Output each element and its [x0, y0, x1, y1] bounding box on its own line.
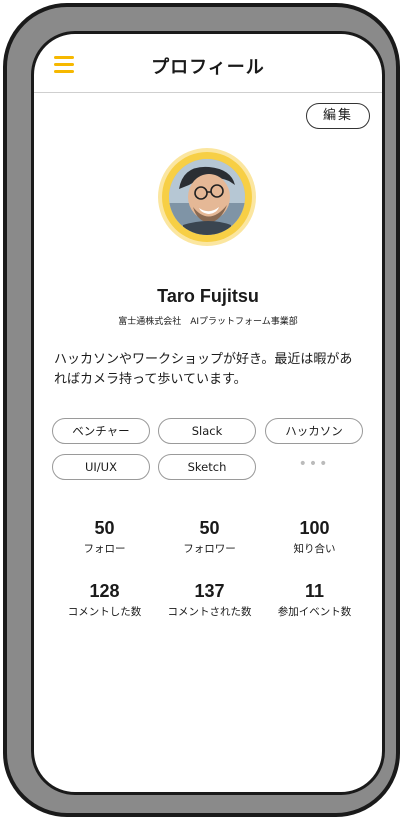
- stat-label: フォロワー: [183, 543, 236, 555]
- avatar[interactable]: [169, 159, 245, 235]
- stat-acquaintances[interactable]: 100 知り合い: [262, 518, 367, 556]
- stat-label: コメントした数: [67, 606, 142, 618]
- stat-comments-made[interactable]: 128 コメントした数: [52, 581, 157, 619]
- stat-events-joined[interactable]: 11 参加イベント数: [262, 581, 367, 619]
- stat-followers[interactable]: 50 フォロワー: [157, 518, 262, 556]
- stat-follow[interactable]: 50 フォロー: [52, 518, 157, 556]
- stat-label: 参加イベント数: [277, 606, 352, 618]
- profile-bio: ハッカソンやワークショップが好き。最近は暇があればカメラ持って歩いています。: [54, 352, 353, 387]
- phone-screen: プロフィール 編集 Taro Fujitsu 富士通株式会社 AIプラットフォー…: [31, 31, 385, 795]
- app-header: プロフィール: [34, 34, 382, 93]
- tag-chip[interactable]: ベンチャー: [52, 418, 150, 444]
- stat-value: 128: [89, 581, 120, 601]
- tag-chip[interactable]: Sketch: [158, 454, 256, 480]
- tag-chip[interactable]: ハッカソン: [265, 418, 363, 444]
- profile-affiliation: 富士通株式会社 AIプラットフォーム事業部: [118, 317, 298, 327]
- edit-button[interactable]: 編集: [306, 103, 370, 129]
- phone-frame: プロフィール 編集 Taro Fujitsu 富士通株式会社 AIプラットフォー…: [3, 3, 400, 817]
- more-tags-icon[interactable]: •••: [265, 454, 363, 480]
- avatar-ring: [162, 152, 252, 242]
- stat-value: 100: [299, 518, 330, 538]
- stat-value: 11: [304, 581, 325, 601]
- stat-value: 50: [94, 518, 115, 538]
- stat-value: 137: [194, 581, 225, 601]
- stat-value: 50: [199, 518, 220, 538]
- stat-comments-received[interactable]: 137 コメントされた数: [157, 581, 262, 619]
- tag-chip[interactable]: UI/UX: [52, 454, 150, 480]
- profile-name: Taro Fujitsu: [157, 286, 259, 306]
- tag-chip[interactable]: Slack: [158, 418, 256, 444]
- page-title: プロフィール: [151, 57, 265, 78]
- stat-label: 知り合い: [293, 543, 336, 555]
- stat-label: フォロー: [83, 543, 126, 555]
- stat-label: コメントされた数: [167, 606, 252, 618]
